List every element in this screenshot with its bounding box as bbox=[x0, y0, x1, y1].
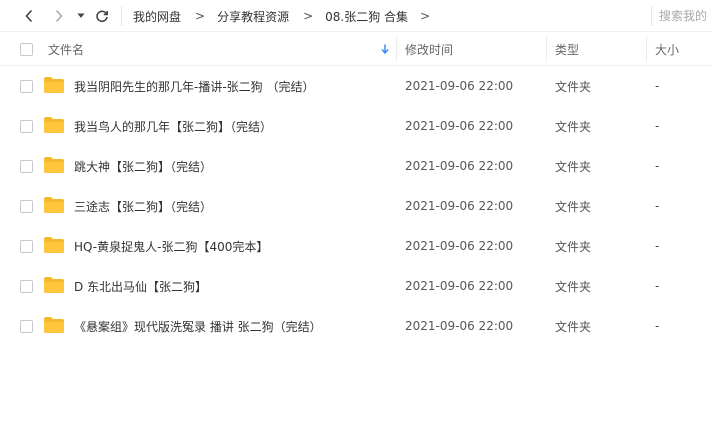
chevron-right-icon bbox=[55, 9, 63, 23]
file-type: 文件夹 bbox=[555, 79, 592, 94]
file-row[interactable]: 我当阴阳先生的那几年-播讲-张二狗 （完结） 2021-09-06 22:00 … bbox=[0, 66, 712, 106]
forward-button[interactable] bbox=[50, 6, 68, 26]
file-type: 文件夹 bbox=[555, 199, 592, 214]
file-size: - bbox=[655, 199, 660, 213]
caret-down-icon bbox=[77, 13, 85, 18]
row-checkbox[interactable] bbox=[20, 200, 33, 213]
breadcrumb-item-my-drive[interactable]: 我的网盘 bbox=[133, 8, 181, 25]
column-divider[interactable] bbox=[396, 36, 397, 62]
refresh-button[interactable] bbox=[92, 6, 112, 26]
file-name[interactable]: HQ-黄泉捉鬼人-张二狗【400完本】 bbox=[74, 226, 268, 266]
refresh-icon bbox=[96, 10, 108, 23]
file-type: 文件夹 bbox=[555, 119, 592, 134]
folder-icon bbox=[44, 237, 64, 253]
folder-icon bbox=[44, 277, 64, 293]
search-divider bbox=[651, 6, 652, 26]
file-name[interactable]: D 东北出马仙【张二狗】 bbox=[74, 266, 207, 306]
file-modified-time: 2021-09-06 22:00 bbox=[405, 319, 514, 333]
file-size: - bbox=[655, 319, 660, 333]
folder-icon bbox=[44, 197, 64, 213]
folder-icon bbox=[44, 157, 64, 173]
file-modified-time: 2021-09-06 22:00 bbox=[405, 279, 514, 293]
folder-icon bbox=[44, 317, 64, 333]
sort-arrow[interactable] bbox=[381, 32, 389, 66]
breadcrumb-separator: > bbox=[420, 9, 431, 23]
toolbar-divider bbox=[121, 6, 122, 26]
file-name[interactable]: 我当阴阳先生的那几年-播讲-张二狗 （完结） bbox=[74, 66, 314, 106]
column-divider[interactable] bbox=[546, 36, 547, 62]
breadcrumb-item-shared-resources[interactable]: 分享教程资源 bbox=[217, 8, 289, 25]
file-size: - bbox=[655, 79, 660, 93]
breadcrumb-separator: > bbox=[303, 9, 314, 23]
file-modified-time: 2021-09-06 22:00 bbox=[405, 119, 514, 133]
folder-icon bbox=[44, 117, 64, 133]
file-size: - bbox=[655, 239, 660, 253]
breadcrumb-item-current-folder[interactable]: 08.张二狗 合集 bbox=[325, 8, 408, 25]
column-divider[interactable] bbox=[646, 36, 647, 62]
file-name[interactable]: 跳大神【张二狗】（完结） bbox=[74, 146, 212, 186]
column-header-type[interactable]: 类型 bbox=[555, 32, 579, 66]
file-size: - bbox=[655, 119, 660, 133]
file-size: - bbox=[655, 159, 660, 173]
folder-icon bbox=[44, 77, 64, 93]
row-checkbox[interactable] bbox=[20, 240, 33, 253]
file-name[interactable]: 三途志【张二狗】（完结） bbox=[74, 186, 212, 226]
row-checkbox[interactable] bbox=[20, 280, 33, 293]
file-type: 文件夹 bbox=[555, 279, 592, 294]
file-modified-time: 2021-09-06 22:00 bbox=[405, 79, 514, 93]
file-row[interactable]: 我当鸟人的那几年【张二狗】（完结） 2021-09-06 22:00 文件夹 - bbox=[0, 106, 712, 146]
file-list-header: 文件名 修改时间 类型 大小 bbox=[0, 32, 712, 66]
file-modified-time: 2021-09-06 22:00 bbox=[405, 199, 514, 213]
row-checkbox[interactable] bbox=[20, 320, 33, 333]
file-row[interactable]: 跳大神【张二狗】（完结） 2021-09-06 22:00 文件夹 - bbox=[0, 146, 712, 186]
toolbar: 我的网盘 > 分享教程资源 > 08.张二狗 合集 > bbox=[0, 0, 712, 32]
sort-down-arrow-icon bbox=[381, 44, 389, 54]
row-checkbox[interactable] bbox=[20, 160, 33, 173]
file-name[interactable]: 我当鸟人的那几年【张二狗】（完结） bbox=[74, 106, 272, 146]
file-modified-time: 2021-09-06 22:00 bbox=[405, 159, 514, 173]
column-header-size[interactable]: 大小 bbox=[655, 32, 679, 66]
breadcrumb: 我的网盘 > 分享教程资源 > 08.张二狗 合集 > bbox=[133, 0, 442, 32]
column-header-modified[interactable]: 修改时间 bbox=[405, 32, 453, 66]
row-checkbox[interactable] bbox=[20, 120, 33, 133]
search-input[interactable] bbox=[659, 6, 712, 26]
file-type: 文件夹 bbox=[555, 319, 592, 334]
back-button[interactable] bbox=[20, 6, 38, 26]
breadcrumb-separator: > bbox=[195, 9, 206, 23]
file-size: - bbox=[655, 279, 660, 293]
file-row[interactable]: 三途志【张二狗】（完结） 2021-09-06 22:00 文件夹 - bbox=[0, 186, 712, 226]
history-dropdown-button[interactable] bbox=[74, 6, 88, 26]
file-type: 文件夹 bbox=[555, 239, 592, 254]
file-row[interactable]: D 东北出马仙【张二狗】 2021-09-06 22:00 文件夹 - bbox=[0, 266, 712, 306]
select-all-checkbox[interactable] bbox=[20, 43, 33, 56]
file-modified-time: 2021-09-06 22:00 bbox=[405, 239, 514, 253]
file-type: 文件夹 bbox=[555, 159, 592, 174]
file-name[interactable]: 《悬案组》现代版洗冤录 播讲 张二狗（完结） bbox=[74, 306, 322, 346]
file-row[interactable]: HQ-黄泉捉鬼人-张二狗【400完本】 2021-09-06 22:00 文件夹… bbox=[0, 226, 712, 266]
chevron-left-icon bbox=[25, 9, 33, 23]
file-row[interactable]: 《悬案组》现代版洗冤录 播讲 张二狗（完结） 2021-09-06 22:00 … bbox=[0, 306, 712, 346]
row-checkbox[interactable] bbox=[20, 80, 33, 93]
column-header-name[interactable]: 文件名 bbox=[48, 32, 84, 66]
